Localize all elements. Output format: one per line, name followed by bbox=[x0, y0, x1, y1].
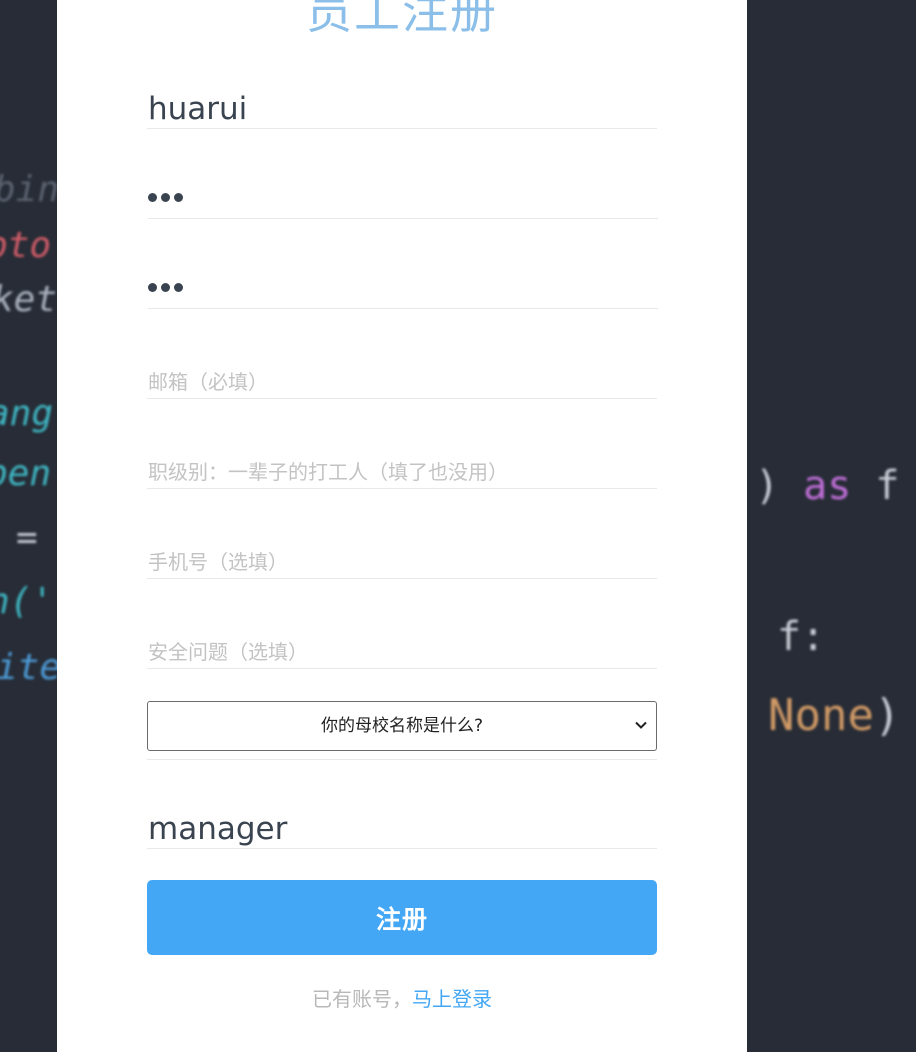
code-line: ang bbox=[0, 393, 54, 434]
select-value: 你的母校名称是什么? bbox=[320, 716, 484, 736]
chevron-down-icon bbox=[635, 721, 647, 729]
level-input[interactable] bbox=[147, 449, 657, 489]
security-question-select[interactable]: 你的母校名称是什么? bbox=[147, 701, 657, 751]
phone-input[interactable] bbox=[147, 539, 657, 579]
password-mask bbox=[148, 193, 183, 202]
code-line: f: bbox=[777, 614, 826, 660]
password-input[interactable] bbox=[148, 179, 658, 219]
code-line: ket bbox=[0, 279, 58, 320]
security-answer-input[interactable] bbox=[147, 809, 657, 849]
code-line: = bbox=[16, 517, 38, 558]
code-line: ) as f bbox=[755, 463, 900, 509]
page-title: 员工注册 bbox=[306, 0, 498, 39]
login-link[interactable]: 马上登录 bbox=[412, 987, 492, 1011]
code-line: ite bbox=[0, 647, 62, 688]
login-prompt-text: 已有账号， bbox=[312, 987, 412, 1011]
email-input[interactable] bbox=[147, 359, 657, 399]
code-line: pto bbox=[0, 225, 52, 266]
register-button[interactable]: 注册 bbox=[147, 880, 657, 955]
register-panel: 员工注册 你的母校名称是什么? 注册 已有账号，马上登录 bbox=[57, 0, 747, 1052]
code-line: None) bbox=[768, 690, 901, 741]
login-prompt: 已有账号，马上登录 bbox=[57, 984, 747, 1014]
confirm-password-input[interactable] bbox=[148, 269, 658, 309]
username-input[interactable] bbox=[147, 89, 657, 129]
password-mask bbox=[148, 283, 183, 292]
security-question-input[interactable] bbox=[147, 629, 657, 669]
code-line: n(' bbox=[0, 581, 54, 622]
divider bbox=[147, 759, 657, 760]
code-line: pen bbox=[0, 453, 52, 494]
